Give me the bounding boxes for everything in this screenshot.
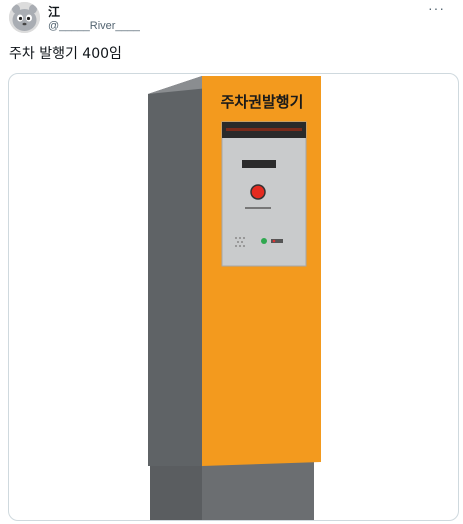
ticket-machine-image: 주차권발행기 (148, 76, 321, 520)
avatar[interactable] (9, 2, 40, 33)
machine-sign: 주차권발행기 (221, 93, 304, 111)
more-options-icon[interactable]: ··· (428, 1, 445, 15)
tweet-text: 주차 발행기 400임 (9, 46, 122, 62)
red-button (250, 184, 266, 200)
tweet-media[interactable]: 주차권발행기 (8, 73, 459, 521)
user-handle[interactable]: @_____River____ (48, 20, 140, 32)
display-name[interactable]: 江 (48, 3, 60, 20)
avatar-image (9, 2, 40, 33)
